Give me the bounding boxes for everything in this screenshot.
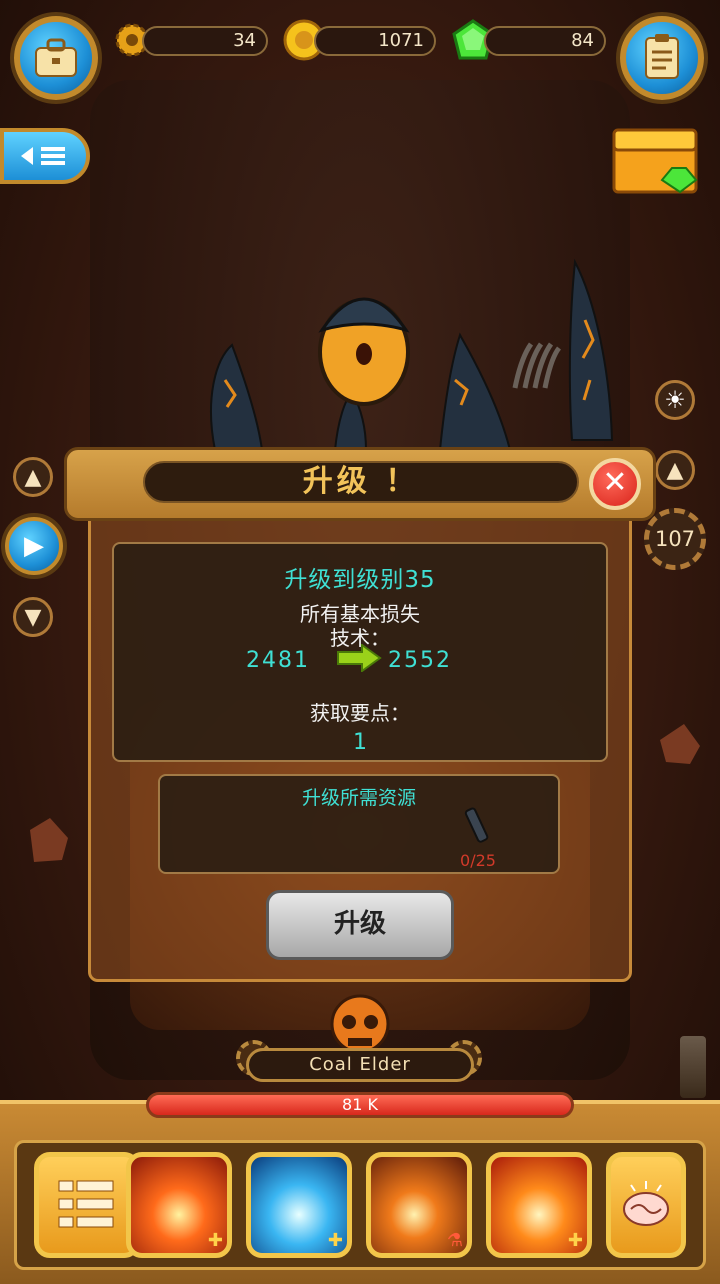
skill-bomb[interactable]: ⚗ xyxy=(366,1152,472,1258)
skill-upgrade-icon: ✚ xyxy=(327,1230,343,1251)
value-to: 2552 xyxy=(388,648,452,673)
briefcase-icon xyxy=(35,38,77,77)
menu-list-button[interactable] xyxy=(34,1152,140,1258)
pipe-decor xyxy=(680,1036,706,1098)
treasure-chest-button[interactable] xyxy=(610,124,702,196)
treasure-chest-icon xyxy=(612,128,698,194)
brain-icon xyxy=(623,1181,669,1226)
side-menu-button[interactable] xyxy=(0,128,90,184)
play-button[interactable]: ▶ xyxy=(5,517,63,575)
close-icon: ✕ xyxy=(602,465,628,500)
gears-bar: 34 xyxy=(142,26,268,56)
skill-upgrade-icon: ✚ xyxy=(567,1230,583,1251)
value-from: 2481 xyxy=(246,648,310,673)
close-button[interactable]: ✕ xyxy=(589,458,641,510)
coal-resource-icon xyxy=(462,806,492,846)
gems-count: 84 xyxy=(571,30,594,51)
chevron-down-icon: ▼ xyxy=(24,604,42,630)
skill-upgrade-icon: ✚ xyxy=(207,1230,223,1251)
scroll-up-right-button[interactable]: ▲ xyxy=(655,450,695,490)
clipboard-icon xyxy=(645,34,679,79)
skill-explosion[interactable]: ✚ xyxy=(486,1152,592,1258)
coins-count: 1071 xyxy=(378,30,424,51)
resource-progress: 0/25 xyxy=(460,851,496,870)
quests-button[interactable] xyxy=(620,16,704,100)
points-value: 1 xyxy=(353,730,367,755)
points-label: 获取要点： xyxy=(310,701,410,725)
skill-ice-blast[interactable]: ✚ xyxy=(246,1152,352,1258)
resources-label: 升级所需资源 xyxy=(301,787,416,809)
level-badge: 107 xyxy=(644,508,706,570)
scroll-down-left-button[interactable]: ▼ xyxy=(13,597,53,637)
sun-icon: ☀ xyxy=(664,386,686,414)
play-icon: ▶ xyxy=(24,531,44,561)
coins-bar: 1071 xyxy=(314,26,436,56)
potion-icon: ⚗ xyxy=(446,1230,463,1251)
upgrade-button[interactable]: 升级 xyxy=(266,890,454,960)
daylight-button[interactable]: ☀ xyxy=(655,380,695,420)
chevron-up-icon: ▲ xyxy=(24,464,42,490)
arrow-right-icon xyxy=(336,643,382,673)
gems-bar: 84 xyxy=(484,26,606,56)
scroll-up-left-button[interactable]: ▲ xyxy=(13,457,53,497)
level-number: 107 xyxy=(654,527,696,551)
skill-fire-beam[interactable]: ✚ xyxy=(126,1152,232,1258)
gears-count: 34 xyxy=(233,30,256,51)
boss-name: Coal Elder xyxy=(246,1048,474,1082)
inventory-button[interactable] xyxy=(14,16,98,100)
dialog-title: 升级 ！ xyxy=(143,461,579,503)
list-icon xyxy=(58,1180,114,1228)
back-menu-icon xyxy=(21,147,65,165)
chevron-up-icon: ▲ xyxy=(666,457,684,483)
boss-hp-bar: 81 K xyxy=(146,1092,574,1118)
brain-skills-button[interactable] xyxy=(606,1152,686,1258)
upgrade-heading: 升级到级别35 xyxy=(284,567,436,593)
